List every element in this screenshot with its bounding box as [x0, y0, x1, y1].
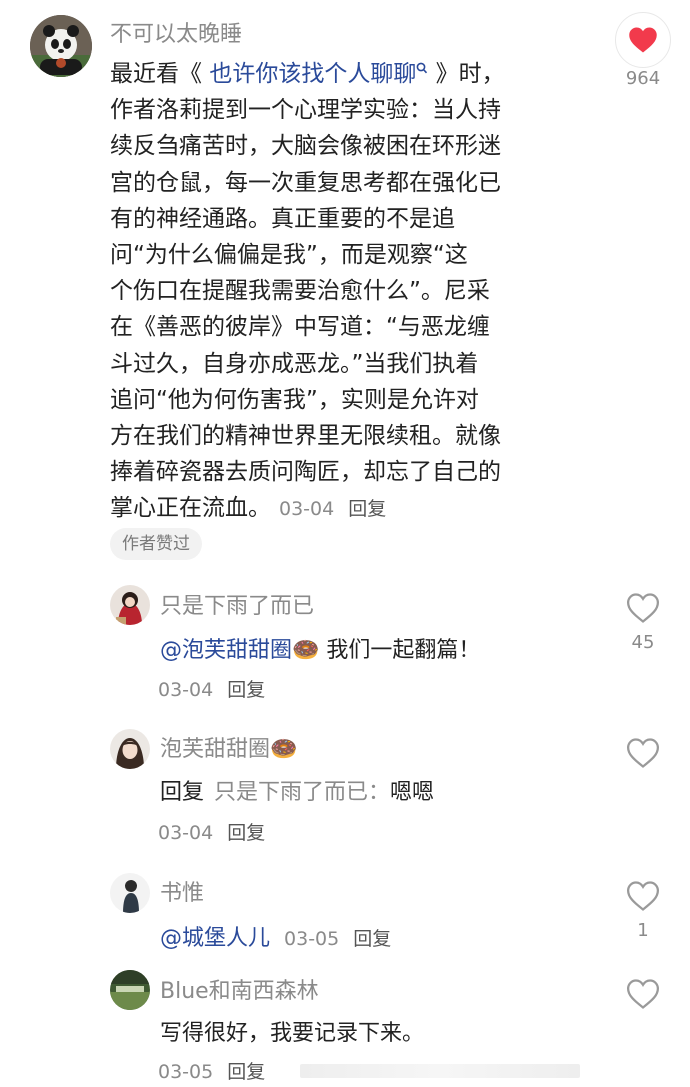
main-comment-avatar[interactable] [30, 15, 92, 77]
panda-avatar-icon [30, 15, 92, 77]
reply-avatar[interactable] [110, 585, 150, 625]
reply-author[interactable]: Blue和南西森林 [160, 973, 319, 1005]
user-avatar-icon [110, 585, 150, 625]
reply-button[interactable]: 回复 [227, 822, 265, 844]
reply-date: 03-05 [158, 1061, 214, 1083]
main-reply-button[interactable]: 回复 [348, 498, 386, 520]
comment-line: 宫的仓鼠，每一次重复思考都在强化已 [110, 169, 501, 196]
reply-text: 写得很好，我要记录下来。 [160, 1021, 425, 1046]
reply-date: 03-04 [158, 822, 214, 844]
reply-text: @泡芙甜甜圈🍩 我们一起翻篇！ [160, 632, 480, 664]
mention-link[interactable]: @泡芙甜甜圈 [160, 638, 292, 663]
like-count: 45 [631, 632, 655, 653]
reply-button[interactable]: 回复 [353, 928, 391, 950]
reply-author[interactable]: 书惟 [160, 875, 204, 907]
donut-emoji-icon: 🍩 [270, 737, 298, 762]
heart-outline-icon [626, 979, 660, 1009]
reply-text: @城堡人儿 03-05 回复 [160, 920, 391, 952]
reply-avatar[interactable] [110, 729, 150, 769]
reply-button[interactable]: 回复 [227, 1061, 265, 1083]
reply-meta: 03-05 回复 [158, 1057, 265, 1084]
reply-author-name: 泡芙甜甜圈 [160, 737, 271, 762]
comment-line: 问“为什么偏偏是我”，而是观察“这 [110, 242, 468, 269]
like-count: 1 [637, 920, 649, 941]
comment-line: 斗过久，自身亦成恶龙。”当我们执着 [110, 350, 479, 377]
heart-filled-icon [615, 12, 671, 68]
reply-prefix: 回复 [160, 780, 205, 805]
search-icon [416, 62, 428, 74]
heart-outline-icon [626, 593, 660, 623]
user-avatar-icon [110, 729, 150, 769]
comment-line: 个伤口在提醒我需要治愈什么”。尼采 [110, 278, 490, 305]
reply-avatar[interactable] [110, 873, 150, 913]
main-comment-date: 03-04 [279, 498, 335, 521]
reply-meta: 03-04 回复 [158, 818, 265, 845]
reply-text: 回复 只是下雨了而已：嗯嗯 [160, 774, 434, 806]
comment-line: 续反刍痛苦时，大脑会像被困在环形迷 [110, 133, 501, 160]
main-comment-body: 最近看《 也许你该找个人聊聊 》时， 作者洛莉提到一个心理学实验：当人持 续反刍… [110, 56, 580, 528]
donut-emoji-icon: 🍩 [292, 638, 320, 663]
like-button[interactable] [620, 737, 666, 773]
author-liked-badge-text: 作者赞过 [122, 534, 190, 554]
comment-line: 追问“他为何伤害我”，实则是允许对 [110, 386, 479, 413]
main-comment-author[interactable]: 不可以太晚睡 [110, 16, 242, 48]
comment-line: 在《善恶的彼岸》中写道：“与恶龙缠 [110, 314, 490, 341]
like-button[interactable]: 45 [620, 592, 666, 653]
comment-line: 有的神经通路。真正重要的不是追 [110, 205, 455, 232]
heart-outline-icon [626, 738, 660, 768]
comment-line: 方在我们的精神世界里无限续租。就像 [110, 423, 501, 450]
book-link[interactable]: 也许你该找个人聊聊 [209, 61, 428, 87]
reply-text-content: 我们一起翻篇！ [319, 638, 481, 663]
reply-avatar[interactable] [110, 970, 150, 1010]
reply-meta: 03-04 回复 [158, 675, 265, 702]
like-button[interactable] [620, 978, 666, 1014]
redacted-bar [300, 1064, 580, 1078]
user-avatar-icon [110, 873, 150, 913]
comment-line: 作者洛莉提到一个心理学实验：当人持 [110, 97, 501, 124]
author-liked-badge: 作者赞过 [110, 528, 202, 560]
comment-line: 捧着碎瓷器去质问陶匠，却忘了自己的 [110, 459, 501, 486]
main-like-button[interactable]: 964 [612, 12, 674, 89]
main-like-count: 964 [625, 68, 661, 89]
user-avatar-icon [110, 970, 150, 1010]
reply-text-content: 嗯嗯 [390, 780, 435, 805]
reply-author[interactable]: 只是下雨了而已 [160, 588, 314, 620]
comment-line-first: 最近看《 也许你该找个人聊聊 》时， [110, 56, 580, 92]
reply-button[interactable]: 回复 [227, 679, 265, 701]
reply-target[interactable]: 只是下雨了而已： [214, 780, 390, 805]
reply-date: 03-05 [284, 928, 340, 950]
book-link-text: 也许你该找个人聊聊 [209, 61, 417, 87]
like-button[interactable]: 1 [620, 880, 666, 941]
mention-link[interactable]: @城堡人儿 [160, 926, 270, 951]
comment-text: 掌心正在流血。 [110, 495, 271, 522]
reply-author[interactable]: 泡芙甜甜圈🍩 [160, 731, 297, 763]
comment-last-line: 掌心正在流血。 03-04 回复 [110, 490, 580, 527]
reply-date: 03-04 [158, 679, 214, 701]
comment-text: 最近看《 [110, 61, 210, 87]
comment-text: 》时， [428, 61, 505, 87]
heart-outline-icon [626, 881, 660, 911]
